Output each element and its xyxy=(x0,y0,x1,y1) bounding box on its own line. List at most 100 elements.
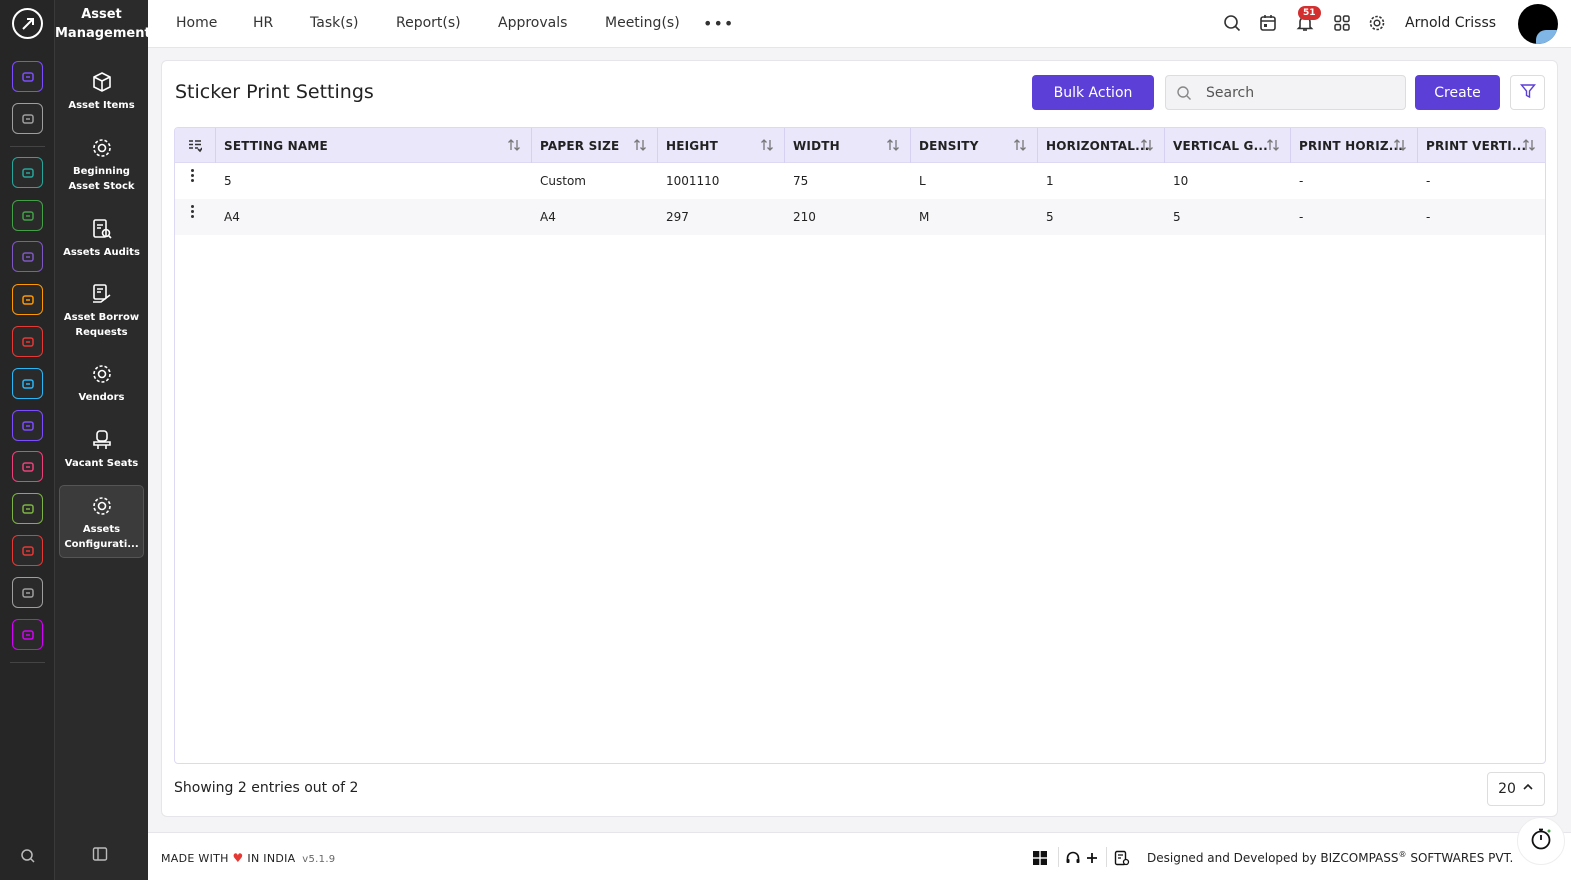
rail-home-icon[interactable] xyxy=(12,61,43,92)
document-settings-icon[interactable] xyxy=(1114,850,1130,866)
sort-icon[interactable] xyxy=(633,138,647,152)
filter-icon xyxy=(1519,83,1536,103)
sidebar-item-asset-borrow-requests[interactable]: Asset Borrow Requests xyxy=(59,282,144,340)
sidebar-item-label: Asset Items xyxy=(68,100,135,111)
sidebar-item-vendors[interactable]: Vendors xyxy=(59,362,144,405)
column-header-label: HORIZONTAL... xyxy=(1046,138,1150,153)
sidebar-item-assets-audits[interactable]: Assets Audits xyxy=(59,217,144,260)
designed-prefix: Designed and Developed by xyxy=(1147,851,1317,865)
column-header[interactable]: HEIGHT xyxy=(658,128,785,163)
sort-icon[interactable] xyxy=(760,138,774,152)
table-cell: - xyxy=(1426,174,1431,188)
nav-reports[interactable]: Report(s) xyxy=(396,15,461,31)
search-icon[interactable] xyxy=(1222,13,1242,33)
collapse-sidebar-icon[interactable] xyxy=(92,846,110,864)
data-table: SETTING NAME PAPER SIZE HEIGHT WIDTH DENSITY… xyxy=(174,127,1546,764)
table-cell: 75 xyxy=(793,174,809,188)
filter-button[interactable] xyxy=(1510,75,1545,110)
avatar[interactable] xyxy=(1518,4,1558,44)
table-cell: 1001110 xyxy=(666,174,720,188)
rail-document-icon[interactable] xyxy=(12,493,43,524)
column-header[interactable]: DENSITY xyxy=(911,128,1038,163)
bulk-action-button[interactable]: Bulk Action xyxy=(1032,75,1154,110)
search-box[interactable] xyxy=(1165,75,1406,110)
plus-icon[interactable] xyxy=(1084,850,1100,866)
create-button[interactable]: Create xyxy=(1415,75,1500,110)
nav-tasks[interactable]: Task(s) xyxy=(310,15,358,31)
sort-icon[interactable] xyxy=(507,138,521,152)
sidebar-item-beginning-asset-stock[interactable]: Beginning Asset Stock xyxy=(59,136,144,194)
table-cell: 5 xyxy=(1173,210,1181,224)
column-header[interactable]: SETTING NAME xyxy=(216,128,532,163)
windows-icon[interactable] xyxy=(1032,850,1048,866)
table-cell: 10 xyxy=(1173,174,1189,188)
column-header-label: HEIGHT xyxy=(666,138,718,153)
table-cell: 5 xyxy=(224,174,232,188)
sort-icon[interactable] xyxy=(1522,138,1536,152)
rail-travel-icon[interactable] xyxy=(12,410,43,441)
sort-icon[interactable] xyxy=(1393,138,1407,152)
sidebar-item-vacant-seats[interactable]: Vacant Seats xyxy=(59,428,144,471)
search-icon[interactable] xyxy=(15,843,41,869)
more-menu-icon[interactable]: ••• xyxy=(703,14,734,33)
rail-org-icon[interactable] xyxy=(12,157,43,188)
column-header[interactable]: PAPER SIZE xyxy=(532,128,658,163)
timer-button[interactable] xyxy=(1517,817,1565,865)
rail-award-icon[interactable] xyxy=(12,535,43,566)
support-headset-icon[interactable] xyxy=(1065,850,1081,866)
sidebar-item-label: Assets Configurati... xyxy=(64,524,139,550)
module-title: Asset Management xyxy=(55,7,151,41)
column-header[interactable]: VERTICAL G... xyxy=(1165,128,1291,163)
column-header[interactable]: PRINT VERTI... xyxy=(1418,128,1545,163)
row-actions-icon[interactable] xyxy=(188,169,196,187)
calendar-icon[interactable] xyxy=(1258,13,1278,33)
rail-pin-icon[interactable] xyxy=(12,103,43,134)
page-size-select[interactable]: 20 xyxy=(1487,772,1545,806)
column-header[interactable]: WIDTH xyxy=(785,128,911,163)
search-input[interactable] xyxy=(1206,84,1396,101)
column-header-label: WIDTH xyxy=(793,138,840,153)
column-header-label: DENSITY xyxy=(919,138,979,153)
user-name[interactable]: Arnold Crisss xyxy=(1405,15,1496,31)
rail-hands-icon[interactable] xyxy=(12,284,43,315)
company-name: BIZCOMPASS xyxy=(1320,851,1399,865)
apps-grid-icon[interactable] xyxy=(1332,13,1352,33)
column-selector-icon[interactable] xyxy=(175,128,216,163)
table-cell: A4 xyxy=(224,210,240,224)
rail-home-alt-icon[interactable] xyxy=(12,577,43,608)
nav-hr[interactable]: HR xyxy=(253,15,273,31)
sort-icon[interactable] xyxy=(886,138,900,152)
page-size-value: 20 xyxy=(1498,781,1516,797)
stopwatch-icon xyxy=(1529,827,1553,855)
sort-icon[interactable] xyxy=(1140,138,1154,152)
sort-icon[interactable] xyxy=(1013,138,1027,152)
rail-target-icon[interactable] xyxy=(12,326,43,357)
settings-gear-icon[interactable] xyxy=(1367,13,1387,33)
column-header[interactable]: PRINT HORIZ... xyxy=(1291,128,1418,163)
rail-settings-icon[interactable] xyxy=(12,619,43,650)
table-cell: 297 xyxy=(666,210,689,224)
rail-divider xyxy=(10,146,45,147)
rail-monitor-icon[interactable] xyxy=(12,451,43,482)
page-title: Sticker Print Settings xyxy=(175,81,374,103)
sort-icon[interactable] xyxy=(1266,138,1280,152)
rail-briefcase-icon[interactable] xyxy=(12,241,43,272)
sidebar-item-asset-items[interactable]: Asset Items xyxy=(59,70,144,113)
nav-approvals[interactable]: Approvals xyxy=(498,15,567,31)
rail-asset-icon[interactable] xyxy=(12,200,43,231)
icon-rail xyxy=(0,0,55,880)
sidebar-item-assets-configuration[interactable]: Assets Configurati... xyxy=(59,485,144,558)
seat-icon xyxy=(90,428,114,452)
nav-meetings[interactable]: Meeting(s) xyxy=(605,15,680,31)
made-in-india: MADE WITH ♥ IN INDIA v5.1.9 xyxy=(161,851,335,865)
rail-archive-icon[interactable] xyxy=(12,368,43,399)
made-suffix: IN INDIA xyxy=(247,852,296,865)
column-header[interactable]: HORIZONTAL... xyxy=(1038,128,1165,163)
table-cell: 210 xyxy=(793,210,816,224)
column-header-label: PRINT VERTI... xyxy=(1426,138,1527,153)
app-logo-icon[interactable] xyxy=(12,8,43,39)
company-suffix: SOFTWARES PVT. xyxy=(1410,851,1514,865)
row-actions-icon[interactable] xyxy=(188,205,196,223)
nav-home[interactable]: Home xyxy=(176,15,217,31)
column-header-label: PAPER SIZE xyxy=(540,138,620,153)
